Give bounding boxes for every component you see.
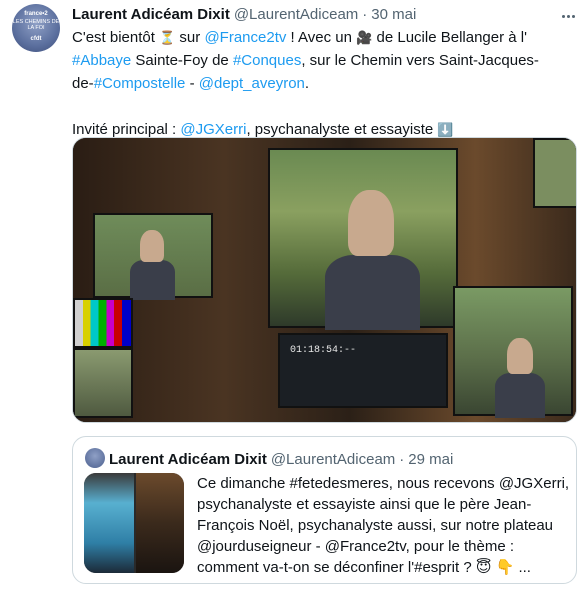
tweet-text-segment: , sur le Chemin vers Saint-Jacques- bbox=[301, 52, 539, 69]
tweet-link[interactable]: #Compostelle bbox=[94, 75, 186, 92]
quoted-author-handle: @LaurentAdiceam bbox=[270, 450, 396, 468]
tweet-header: Laurent Adicéam Dixit @LaurentAdiceam · … bbox=[72, 4, 416, 24]
quoted-author-avatar bbox=[85, 448, 105, 468]
main-monitor bbox=[268, 148, 458, 330]
monitor bbox=[453, 286, 573, 418]
tweet-text-segment: de- bbox=[72, 75, 94, 92]
author-avatar[interactable]: france•2 LES CHEMINS DE LA FOI cfdt bbox=[12, 4, 60, 52]
more-options-icon[interactable] bbox=[558, 6, 578, 26]
tweet-text-segment: Sainte-Foy de bbox=[131, 52, 233, 69]
quoted-tweet-thumbnail bbox=[84, 473, 184, 573]
author-handle[interactable]: @LaurentAdiceam bbox=[234, 6, 358, 23]
editing-monitor: 01:18:54:-- bbox=[278, 333, 448, 408]
monitor bbox=[533, 138, 576, 208]
tweet-text: C'est bientôt ⏳ sur @France2tv ! Avec un… bbox=[72, 26, 572, 141]
quoted-line: psychanalyste et essayiste ainsi que le … bbox=[197, 496, 532, 513]
tweet-date[interactable]: 30 mai bbox=[371, 6, 416, 23]
emoji-icon: 🎥 bbox=[356, 30, 373, 45]
quoted-line: Ce dimanche #fetedesmeres, nous recevons… bbox=[197, 475, 570, 492]
emoji-icon: ⏳ bbox=[159, 30, 176, 45]
tweet-text-segment: , psychanalyste et essayiste bbox=[246, 121, 438, 138]
quoted-tweet[interactable]: Laurent Adicéam Dixit @LaurentAdiceam · … bbox=[72, 436, 577, 584]
separator-dot: · bbox=[399, 450, 405, 468]
tweet-link[interactable]: #Conques bbox=[233, 52, 301, 69]
tweet-link[interactable]: @JGXerri bbox=[180, 121, 246, 138]
tweet-photo[interactable]: 01:18:54:-- bbox=[72, 137, 577, 423]
quoted-tweet-header: Laurent Adicéam Dixit @LaurentAdiceam · … bbox=[109, 449, 453, 469]
quoted-line: François Noël, psychanalyste aussi, sur … bbox=[197, 517, 554, 534]
tweet-link[interactable]: @dept_aveyron bbox=[199, 75, 305, 92]
tweet-text-segment: sur bbox=[175, 29, 205, 46]
tweet-text-segment: C'est bientôt bbox=[72, 29, 160, 46]
quoted-line: comment va-t-on se déconfiner l'#esprit … bbox=[197, 559, 531, 576]
tweet-text-segment: - bbox=[185, 75, 199, 92]
tweet-line: C'est bientôt ⏳ sur @France2tv ! Avec un… bbox=[72, 26, 572, 49]
tweet[interactable]: france•2 LES CHEMINS DE LA FOI cfdt Laur… bbox=[0, 0, 588, 597]
tweet-line: #Abbaye Sainte-Foy de #Conques, sur le C… bbox=[72, 49, 572, 72]
tweet-text-segment: . bbox=[304, 75, 310, 92]
avatar-text: cfdt bbox=[30, 36, 42, 42]
quoted-line: @jourduseigneur - @France2tv, pour le th… bbox=[197, 538, 514, 555]
tweet-text-segment: de Lucile Bellanger à l' bbox=[372, 29, 527, 46]
quoted-tweet-date: 29 mai bbox=[408, 450, 454, 468]
separator-dot: · bbox=[362, 5, 368, 23]
tweet-line: de-#Compostelle - @dept_aveyron. bbox=[72, 72, 572, 95]
monitor bbox=[73, 348, 133, 418]
tweet-link[interactable]: @France2tv bbox=[204, 29, 286, 46]
color-bars-monitor bbox=[73, 298, 133, 348]
timecode-readout: 01:18:54:-- bbox=[290, 345, 357, 356]
tweet-text-segment: Invité principal : bbox=[72, 121, 181, 138]
quoted-author-display-name: Laurent Adicéam Dixit bbox=[109, 450, 267, 468]
avatar-text: france•2 bbox=[24, 11, 48, 17]
avatar-text: LES CHEMINS DE LA FOI bbox=[12, 19, 60, 31]
quoted-tweet-text: Ce dimanche #fetedesmeres, nous recevons… bbox=[197, 473, 569, 578]
author-display-name[interactable]: Laurent Adicéam Dixit bbox=[72, 6, 230, 23]
tweet-text-segment: ! Avec un bbox=[286, 29, 357, 46]
monitor bbox=[93, 213, 213, 300]
tweet-link[interactable]: #Abbaye bbox=[72, 52, 131, 69]
